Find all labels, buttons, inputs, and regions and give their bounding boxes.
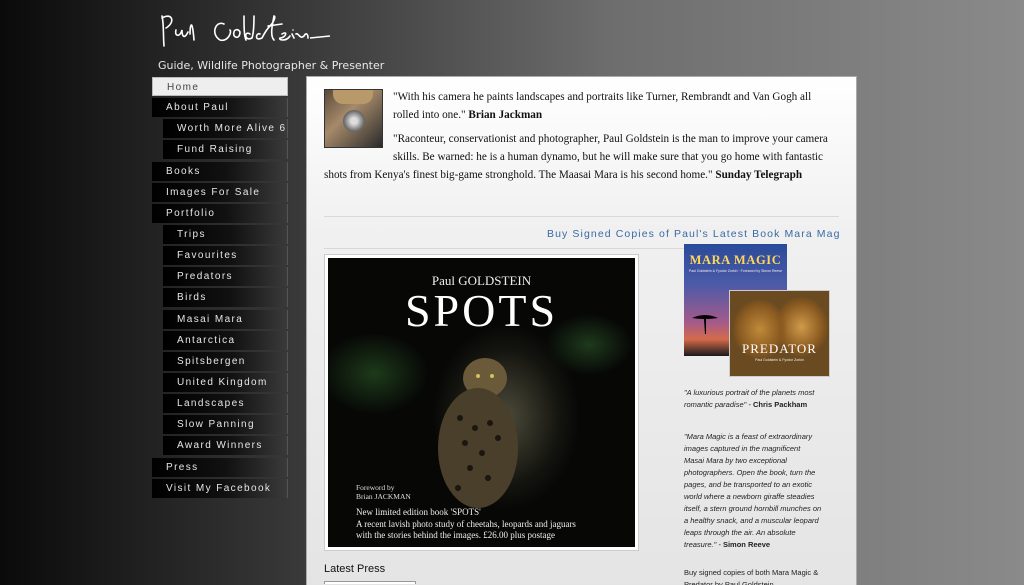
quote-brian-jackman: "With his camera he paints landscapes an… [393, 91, 812, 121]
testimonials: "With his camera he paints landscapes an… [324, 88, 839, 190]
nav-item-images-for-sale[interactable]: Images For Sale [152, 182, 288, 202]
nav-item-press[interactable]: Press [152, 457, 288, 477]
nav-item-antarctica[interactable]: Antarctica [163, 330, 288, 350]
hat-shape [333, 90, 373, 104]
sidebar-nav: Home About Paul Worth More Alive 6 Fund Rai… [152, 77, 288, 500]
spots-caption: New limited edition book 'SPOTS' A recen… [356, 507, 576, 540]
nav-item-birds[interactable]: Birds [163, 288, 288, 308]
nav-item-united-kingdom[interactable]: United Kingdom [163, 372, 288, 392]
site-header: Guide, Wildlife Photographer & Presenter [158, 12, 384, 72]
nav-item-visit-my-facebook[interactable]: Visit My Facebook [152, 478, 288, 498]
review-buy-text: Buy signed copies of both Mara Magic & P… [684, 568, 819, 585]
quote-sunday-telegraph: "Raconteur, conservationist and photogra… [324, 133, 828, 181]
nav-item-spitsbergen[interactable]: Spitsbergen [163, 351, 288, 371]
nav-item-portfolio[interactable]: Portfolio [152, 203, 288, 223]
nav-item-about-paul[interactable]: About Paul [152, 98, 288, 118]
spots-title: SPOTS [404, 285, 559, 336]
main-content: "With his camera he paints landscapes an… [306, 76, 857, 585]
signature-logo[interactable] [158, 12, 333, 52]
camera-lens-shape [343, 110, 365, 132]
site-tagline: Guide, Wildlife Photographer & Presenter [158, 59, 385, 72]
latest-press-thumb[interactable] [324, 581, 416, 584]
divider [324, 248, 684, 249]
nav-item-award-winners[interactable]: Award Winners [163, 436, 288, 456]
buy-signed-copies-link[interactable]: Buy Signed Copies of Paul's Latest Book … [547, 228, 841, 240]
nav-item-books[interactable]: Books [152, 161, 288, 181]
nav-item-home[interactable]: Home [152, 77, 288, 96]
acacia-tree-icon [692, 315, 718, 334]
leopard-illustration [438, 358, 518, 508]
spots-book-cover: Paul GOLDSTEIN SPOTS Foreword by Brian J… [328, 258, 635, 547]
nav-item-trips[interactable]: Trips [163, 224, 288, 244]
predator-cover: PREDATOR Paul Goldstein & Fyodor Zorkin [729, 290, 830, 377]
spots-book-image[interactable]: Paul GOLDSTEIN SPOTS Foreword by Brian J… [324, 254, 639, 551]
divider [324, 216, 839, 217]
nav-item-slow-panning[interactable]: Slow Panning [163, 415, 288, 435]
nav-item-fund-raising[interactable]: Fund Raising [163, 140, 288, 160]
nav-item-masai-mara[interactable]: Masai Mara [163, 309, 288, 329]
nav-item-landscapes[interactable]: Landscapes [163, 394, 288, 414]
review-packham: "A luxurious portrait of the planets mos… [684, 388, 815, 409]
spots-foreword: Foreword by Brian JACKMAN [356, 483, 411, 501]
review-reeve: "Mara Magic is a feast of extraordinary … [684, 432, 822, 549]
paul-photo [324, 89, 383, 148]
latest-press-heading: Latest Press [324, 563, 386, 575]
nav-item-worth-more-alive-6[interactable]: Worth More Alive 6 [163, 119, 288, 139]
nav-item-predators[interactable]: Predators [163, 267, 288, 287]
nav-item-favourites[interactable]: Favourites [163, 246, 288, 266]
books-image[interactable]: MARA MAGIC Paul Goldstein & Fyodor Zorki… [684, 244, 834, 379]
